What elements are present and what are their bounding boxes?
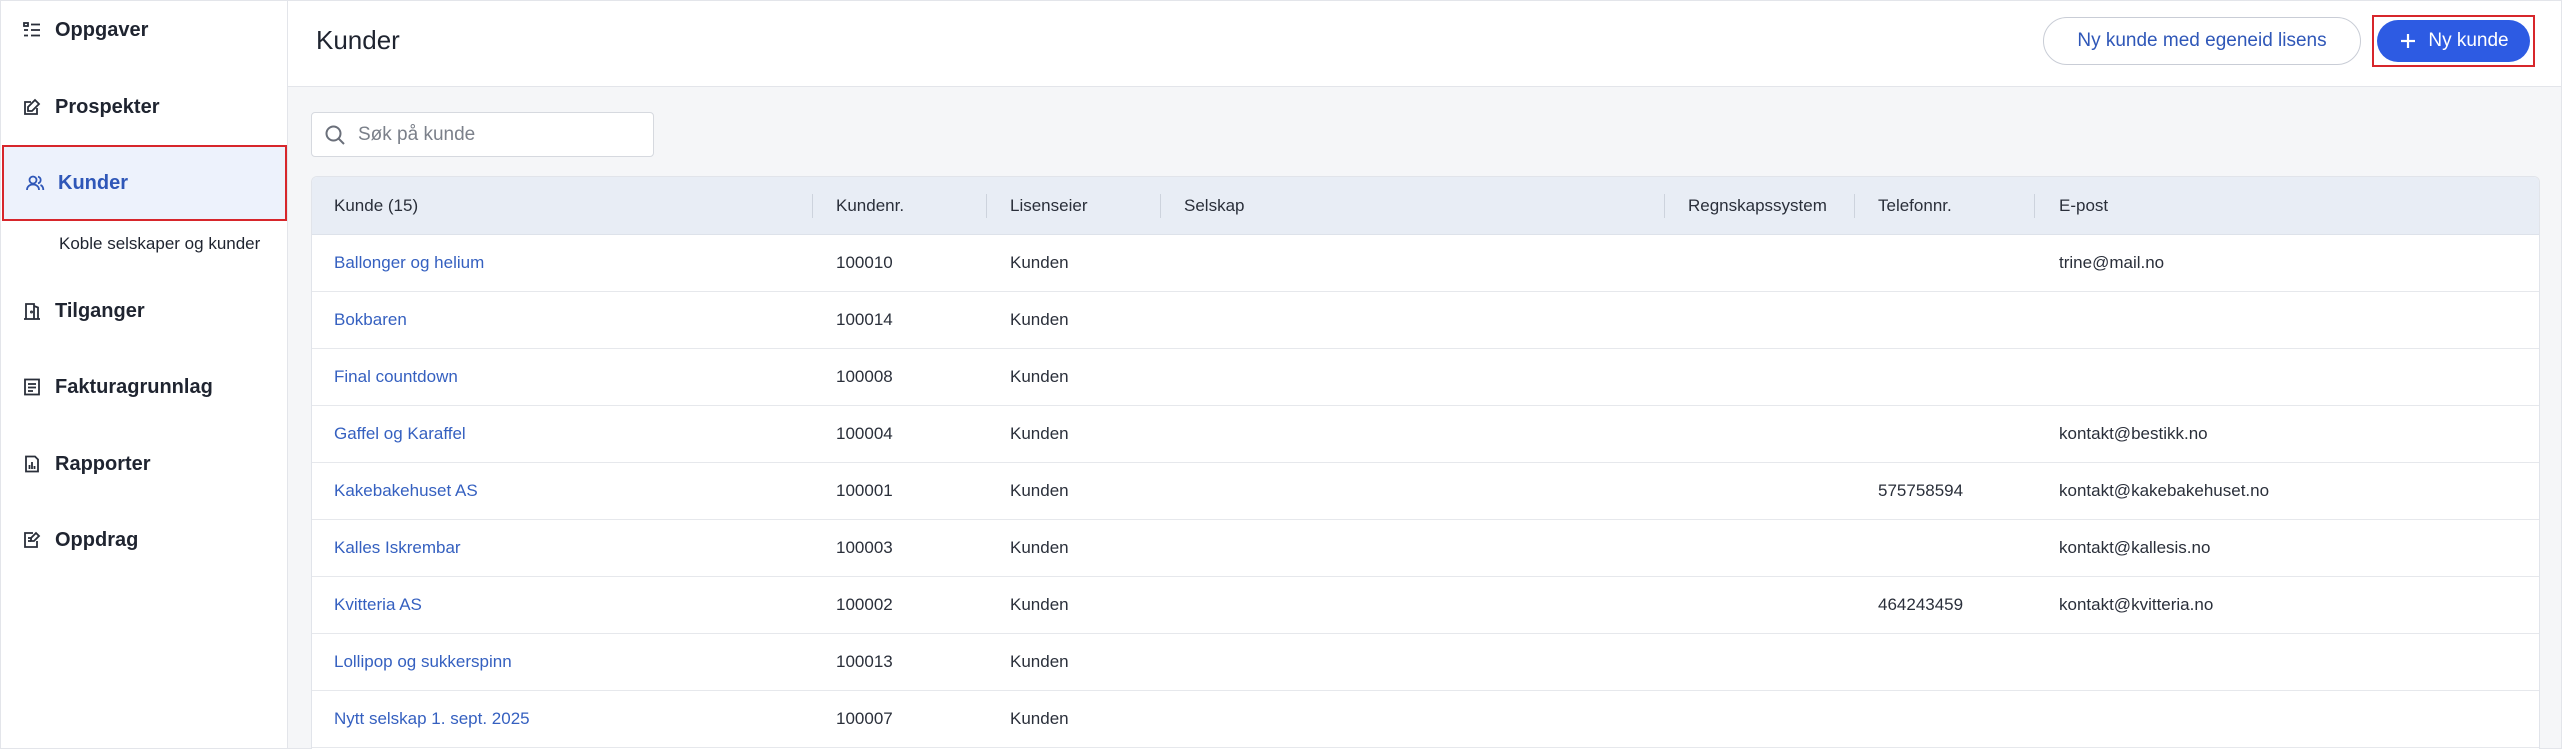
table-cell-lisenseier: Kunden <box>1010 595 1069 614</box>
table-cell-kundenr: 100002 <box>836 595 893 614</box>
table-cell-epost: kontakt@kakebakehuset.no <box>2059 481 2270 500</box>
sidebar-item-label: Oppgaver <box>55 18 149 41</box>
customer-name-link[interactable]: Kakebakehuset AS <box>334 463 478 519</box>
sidebar-item-label: Rapporter <box>55 452 151 475</box>
column-header-kunde[interactable]: Kunde (15) <box>334 177 418 235</box>
edit-note-icon <box>21 96 43 118</box>
table-body: Ballonger og helium 100010 Kunden trine@mai… <box>312 235 2539 748</box>
customer-name-link[interactable]: Ballonger og helium <box>334 235 484 291</box>
table-cell-lisenseier: Kunden <box>1010 424 1069 443</box>
table-row[interactable]: Kalles Iskrembar 100003 Kunden kontakt@kall… <box>312 520 2539 577</box>
column-resize-handle[interactable] <box>2034 194 2035 218</box>
page-title: Kunder <box>316 25 400 55</box>
sidebar-item-oppgaver[interactable]: Oppgaver <box>1 0 288 68</box>
search-input[interactable] <box>358 123 638 146</box>
table-row[interactable]: Lollipop og sukkerspinn 100013 Kunden <box>312 634 2539 691</box>
main-content: Kunder Ny kunde med egeneid lisens Ny ku… <box>288 1 2561 749</box>
table-cell-kundenr: 100014 <box>836 310 893 329</box>
column-resize-handle[interactable] <box>1664 194 1665 218</box>
sidebar-item-tilganger[interactable]: Tilganger <box>1 273 288 349</box>
customer-table: Kunde (15) Kundenr. Lisenseier Selskap Regns… <box>311 176 2540 749</box>
document-lines-icon <box>21 376 43 398</box>
sidebar-item-oppdrag[interactable]: Oppdrag <box>1 502 288 578</box>
column-resize-handle[interactable] <box>986 194 987 218</box>
table-cell-kundenr: 100003 <box>836 538 893 557</box>
sidebar-item-prospekter[interactable]: Prospekter <box>1 69 288 145</box>
column-resize-handle[interactable] <box>1854 194 1855 218</box>
table-cell-kundenr: 100007 <box>836 709 893 728</box>
table-row[interactable]: Kvitteria AS 100002 Kunden 464243459 kontakt… <box>312 577 2539 634</box>
table-cell-kundenr: 100013 <box>836 652 893 671</box>
new-customer-button[interactable]: Ny kunde <box>2377 20 2530 62</box>
customer-name-link[interactable]: Bokbaren <box>334 292 407 348</box>
table-cell-epost: kontakt@kallesis.no <box>2059 538 2211 557</box>
column-header-lisenseier[interactable]: Lisenseier <box>1010 177 1088 235</box>
table-cell-lisenseier: Kunden <box>1010 652 1069 671</box>
sidebar-item-rapporter[interactable]: Rapporter <box>1 426 288 502</box>
access-door-icon <box>21 300 43 322</box>
customer-name-link[interactable]: Kalles Iskrembar <box>334 520 461 576</box>
new-customer-button-highlight: Ny kunde <box>2372 15 2535 67</box>
table-cell-telefonnr: 464243459 <box>1878 595 1964 614</box>
table-cell-kundenr: 100001 <box>836 481 893 500</box>
customer-name-link[interactable]: Gaffel og Karaffel <box>334 406 466 462</box>
plus-icon <box>2401 34 2416 48</box>
search-box <box>311 112 654 157</box>
sidebar-item-fakturagrunnlag[interactable]: Fakturagrunnlag <box>1 349 288 425</box>
task-list-icon <box>21 19 43 41</box>
table-row[interactable]: Nytt selskap 1. sept. 2025 100007 Kunden <box>312 691 2539 748</box>
table-cell-telefonnr: 575758594 <box>1878 481 1964 500</box>
new-customer-button-label: Ny kunde <box>2428 30 2509 51</box>
table-cell-epost: trine@mail.no <box>2059 253 2165 272</box>
column-header-kundenr[interactable]: Kundenr. <box>836 177 904 235</box>
sidebar-item-label: Prospekter <box>55 95 160 118</box>
assignment-edit-icon <box>21 529 43 551</box>
table-cell-lisenseier: Kunden <box>1010 709 1069 728</box>
table-cell-lisenseier: Kunden <box>1010 481 1069 500</box>
table-cell-kundenr: 100008 <box>836 367 893 386</box>
new-customer-own-license-button[interactable]: Ny kunde med egeneid lisens <box>2043 17 2361 65</box>
table-cell-kundenr: 100004 <box>836 424 893 443</box>
sidebar: Oppgaver Prospekter Kunder Koble selskap… <box>1 1 288 748</box>
table-cell-epost: kontakt@kvitteria.no <box>2059 595 2214 614</box>
table-header: Kunde (15) Kundenr. Lisenseier Selskap Regns… <box>312 177 2539 235</box>
customer-name-link[interactable]: Nytt selskap 1. sept. 2025 <box>334 691 530 747</box>
sidebar-item-label: Fakturagrunnlag <box>55 375 213 398</box>
column-resize-handle[interactable] <box>812 194 813 218</box>
sidebar-item-label: Kunder <box>58 171 128 194</box>
sidebar-item-label: Oppdrag <box>55 528 139 551</box>
report-chart-icon <box>21 453 43 475</box>
column-header-telefonnr[interactable]: Telefonnr. <box>1878 177 1952 235</box>
column-header-selskap[interactable]: Selskap <box>1184 177 1244 235</box>
customer-name-link[interactable]: Kvitteria AS <box>334 577 422 633</box>
table-cell-lisenseier: Kunden <box>1010 367 1069 386</box>
table-cell-lisenseier: Kunden <box>1010 310 1069 329</box>
sidebar-item-kunder[interactable]: Kunder <box>2 145 287 221</box>
column-header-regnskapssystem[interactable]: Regnskapssystem <box>1688 177 1827 235</box>
column-header-epost[interactable]: E-post <box>2059 177 2108 235</box>
app-window: Oppgaver Prospekter Kunder Koble selskap… <box>0 0 2562 749</box>
table-cell-lisenseier: Kunden <box>1010 538 1069 557</box>
customer-name-link[interactable]: Final countdown <box>334 349 458 405</box>
table-row[interactable]: Ballonger og helium 100010 Kunden trine@mai… <box>312 235 2539 292</box>
table-cell-lisenseier: Kunden <box>1010 253 1069 272</box>
top-bar: Kunder Ny kunde med egeneid lisens Ny ku… <box>288 1 2561 87</box>
users-icon <box>24 172 46 194</box>
sidebar-subitem-koble[interactable]: Koble selskaper og kunder <box>59 234 260 254</box>
table-row[interactable]: Final countdown 100008 Kunden <box>312 349 2539 406</box>
table-row[interactable]: Kakebakehuset AS 100001 Kunden 575758594 kon… <box>312 463 2539 520</box>
sidebar-item-label: Tilganger <box>55 299 145 322</box>
table-row[interactable]: Gaffel og Karaffel 100004 Kunden kontakt@be… <box>312 406 2539 463</box>
table-row[interactable]: Bokbaren 100014 Kunden <box>312 292 2539 349</box>
column-resize-handle[interactable] <box>1160 194 1161 218</box>
table-cell-kundenr: 100010 <box>836 253 893 272</box>
search-icon <box>325 125 345 145</box>
customer-name-link[interactable]: Lollipop og sukkerspinn <box>334 634 512 690</box>
table-cell-epost: kontakt@bestikk.no <box>2059 424 2208 443</box>
